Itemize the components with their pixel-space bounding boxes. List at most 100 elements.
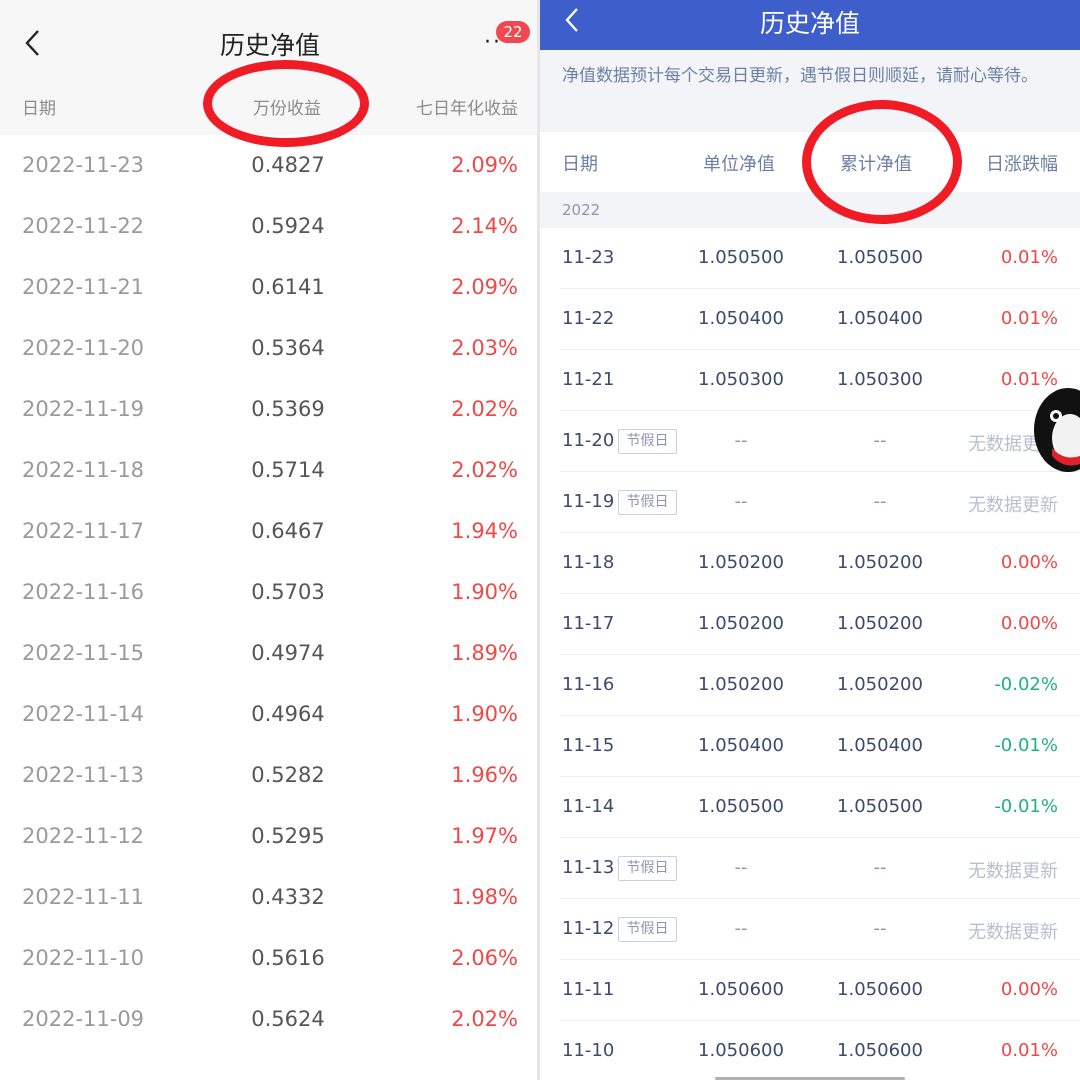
row-cumulative-nav: 1.050200	[837, 674, 923, 695]
table-row[interactable]: 11-20 节假日 -- -- 无数据更新	[540, 411, 1080, 472]
row-cumulative-nav: 1.050200	[837, 552, 923, 573]
row-daily-change: 无数据更新	[968, 922, 1058, 943]
list-item: 2022-11-19 0.5369 2.02%	[0, 379, 540, 440]
list-item: 2022-11-10 0.5616 2.06%	[0, 928, 540, 989]
header-date: 日期	[562, 154, 598, 175]
row-cumulative-nav: 1.050300	[837, 369, 923, 390]
row-daily-change: 0.01%	[1000, 308, 1058, 329]
row-date: 2022-11-09	[22, 1007, 145, 1031]
row-date: 2022-11-10	[22, 946, 145, 970]
row-date: 2022-11-23	[22, 153, 145, 177]
row-cumulative-nav: 1.050600	[837, 1040, 923, 1061]
table-row[interactable]: 11-16 1.050200 1.050200 -0.02%	[540, 655, 1080, 716]
row-date: 11-18	[562, 552, 615, 573]
row-date: 2022-11-20	[22, 336, 145, 360]
row-daily-change: 无数据更新	[968, 861, 1058, 882]
row-7day-annualized: 2.09%	[451, 153, 518, 177]
row-per-10k-earnings: 0.4332	[251, 885, 325, 909]
row-unit-nav: --	[734, 857, 748, 878]
table-row[interactable]: 11-15 1.050400 1.050400 -0.01%	[540, 716, 1080, 777]
row-cumulative-nav: 1.050600	[837, 979, 923, 1000]
row-7day-annualized: 2.03%	[451, 336, 518, 360]
row-daily-change: 0.00%	[1000, 613, 1058, 634]
row-per-10k-earnings: 0.5703	[251, 580, 325, 604]
row-per-10k-earnings: 0.5924	[251, 214, 325, 238]
row-date: 2022-11-12	[22, 824, 145, 848]
row-date: 11-23	[562, 247, 615, 268]
right-screenshot: 历史净值 净值数据预计每个交易日更新，遇节假日则顺延，请耐心等待。 日期 单位净…	[540, 0, 1080, 1080]
row-unit-nav: 1.050500	[698, 796, 784, 817]
row-per-10k-earnings: 0.4974	[251, 641, 325, 665]
table-row[interactable]: 11-18 1.050200 1.050200 0.00%	[540, 533, 1080, 594]
holiday-tag: 节假日	[618, 917, 677, 942]
row-cumulative-nav: --	[873, 430, 887, 451]
row-date: 2022-11-13	[22, 763, 145, 787]
row-7day-annualized: 2.09%	[451, 275, 518, 299]
row-7day-annualized: 2.02%	[451, 1007, 518, 1031]
row-cumulative-nav: --	[873, 918, 887, 939]
row-unit-nav: 1.050400	[698, 735, 784, 756]
row-daily-change: -0.01%	[994, 735, 1058, 756]
row-cumulative-nav: 1.050500	[837, 247, 923, 268]
holiday-tag: 节假日	[618, 856, 677, 881]
row-daily-change: 0.01%	[1000, 247, 1058, 268]
row-7day-annualized: 1.90%	[451, 702, 518, 726]
table-row[interactable]: 11-13 节假日 -- -- 无数据更新	[540, 838, 1080, 899]
row-per-10k-earnings: 0.5282	[251, 763, 325, 787]
row-date: 11-15	[562, 735, 615, 756]
table-row[interactable]: 11-19 节假日 -- -- 无数据更新	[540, 472, 1080, 533]
row-7day-annualized: 2.02%	[451, 458, 518, 482]
row-date: 11-20	[562, 430, 615, 451]
row-per-10k-earnings: 0.5624	[251, 1007, 325, 1031]
list-item: 2022-11-20 0.5364 2.03%	[0, 318, 540, 379]
row-date: 2022-11-21	[22, 275, 145, 299]
table-row[interactable]: 11-11 1.050600 1.050600 0.00%	[540, 960, 1080, 1021]
row-date: 11-16	[562, 674, 615, 695]
holiday-tag: 节假日	[618, 490, 677, 515]
table-row[interactable]: 11-12 节假日 -- -- 无数据更新	[540, 899, 1080, 960]
row-date: 11-19	[562, 491, 615, 512]
row-per-10k-earnings: 0.4964	[251, 702, 325, 726]
row-date: 11-12	[562, 918, 615, 939]
row-7day-annualized: 1.89%	[451, 641, 518, 665]
header-daily-change: 日涨跌幅	[986, 154, 1058, 175]
left-screenshot: 历史净值 ··· 22 日期 万份收益 七日年化收益 2022-11-23 0.4…	[0, 0, 540, 1080]
notice-text: 净值数据预计每个交易日更新，遇节假日则顺延，请耐心等待。	[562, 66, 1038, 86]
row-unit-nav: 1.050600	[698, 1040, 784, 1061]
row-date: 11-22	[562, 308, 615, 329]
row-7day-annualized: 2.14%	[451, 214, 518, 238]
table-row[interactable]: 11-22 1.050400 1.050400 0.01%	[540, 289, 1080, 350]
row-daily-change: -0.02%	[994, 674, 1058, 695]
row-date: 11-13	[562, 857, 615, 878]
row-per-10k-earnings: 0.6467	[251, 519, 325, 543]
penguin-mascot-icon[interactable]	[1034, 386, 1080, 474]
header-7day-annualized: 七日年化收益	[416, 99, 518, 119]
right-nav-bar: 历史净值	[540, 0, 1080, 50]
row-per-10k-earnings: 0.6141	[251, 275, 325, 299]
list-item: 2022-11-18 0.5714 2.02%	[0, 440, 540, 501]
row-unit-nav: --	[734, 491, 748, 512]
table-row[interactable]: 11-21 1.050300 1.050300 0.01%	[540, 350, 1080, 411]
row-date: 11-17	[562, 613, 615, 634]
row-date: 2022-11-15	[22, 641, 145, 665]
row-unit-nav: 1.050200	[698, 613, 784, 634]
table-row[interactable]: 11-10 1.050600 1.050600 0.01%	[540, 1021, 1080, 1080]
row-cumulative-nav: --	[873, 491, 887, 512]
table-row[interactable]: 11-23 1.050500 1.050500 0.01%	[540, 228, 1080, 289]
table-row[interactable]: 11-17 1.050200 1.050200 0.00%	[540, 594, 1080, 655]
header-unit-nav: 单位净值	[703, 154, 775, 175]
row-date: 2022-11-18	[22, 458, 145, 482]
row-unit-nav: 1.050200	[698, 674, 784, 695]
row-7day-annualized: 1.96%	[451, 763, 518, 787]
row-cumulative-nav: 1.050200	[837, 613, 923, 634]
highlight-circle	[802, 100, 962, 224]
table-row[interactable]: 11-14 1.050500 1.050500 -0.01%	[540, 777, 1080, 838]
row-per-10k-earnings: 0.5295	[251, 824, 325, 848]
row-unit-nav: 1.050200	[698, 552, 784, 573]
list-item: 2022-11-09 0.5624 2.02%	[0, 989, 540, 1050]
row-date: 11-10	[562, 1040, 615, 1061]
row-per-10k-earnings: 0.5364	[251, 336, 325, 360]
page-title: 历史净值	[219, 31, 320, 60]
row-7day-annualized: 1.97%	[451, 824, 518, 848]
row-date: 11-11	[562, 979, 615, 1000]
